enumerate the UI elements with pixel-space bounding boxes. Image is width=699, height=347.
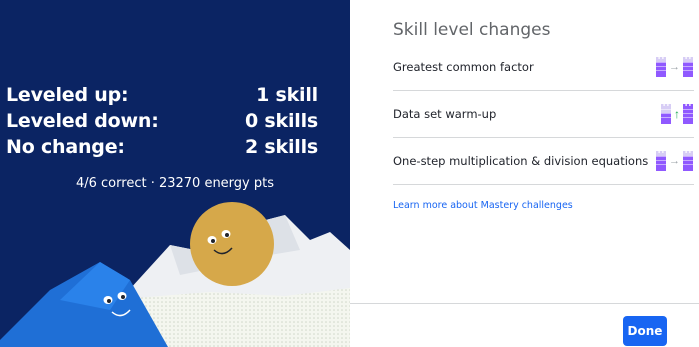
skill-name: Data set warm-up <box>393 107 497 121</box>
mastery-level-icon <box>656 57 666 77</box>
right-arrow-icon: → <box>669 154 680 167</box>
mountain-character-icon <box>0 262 168 347</box>
score-text: 4/6 correct · 23270 energy pts <box>75 176 274 191</box>
leveled-up-value: 1 skill <box>256 84 318 106</box>
level-summary: Leveled up: 1 skill Leveled down: 0 skil… <box>6 82 318 160</box>
skill-name: One-step multiplication & division equat… <box>393 154 649 168</box>
mastery-level-icon <box>683 151 693 171</box>
leveled-up-label: Leveled up: <box>6 84 129 106</box>
leveled-down-row: Leveled down: 0 skills <box>6 108 318 134</box>
mastery-level-icon <box>656 151 666 171</box>
mastery-level-icon <box>683 57 693 77</box>
leveled-up-row: Leveled up: 1 skill <box>6 82 318 108</box>
skill-changes-panel: Skill level changes Greatest common fact… <box>350 0 699 347</box>
skill-name: Greatest common factor <box>393 60 534 74</box>
mountain-illustration <box>0 202 350 347</box>
skill-change-indicator: ↑ <box>661 104 693 124</box>
right-arrow-icon: → <box>669 60 680 73</box>
list-item: Greatest common factor → <box>393 44 694 91</box>
list-item: One-step multiplication & division equat… <box>393 138 694 185</box>
list-item: Data set warm-up ↑ <box>393 91 694 138</box>
no-change-row: No change: 2 skills <box>6 134 318 160</box>
learn-more-link[interactable]: Learn more about Mastery challenges <box>393 200 573 211</box>
footer-divider <box>350 303 699 304</box>
skill-changes-title: Skill level changes <box>393 20 551 40</box>
skill-change-indicator: → <box>656 151 693 171</box>
leveled-down-label: Leveled down: <box>6 110 159 132</box>
no-change-value: 2 skills <box>244 136 318 158</box>
results-panel: Leveled up: 1 skill Leveled down: 0 skil… <box>0 0 350 347</box>
mastery-level-icon <box>683 104 693 124</box>
up-arrow-icon: ↑ <box>674 107 680 121</box>
leveled-down-value: 0 skills <box>244 110 318 132</box>
skill-change-indicator: → <box>656 57 693 77</box>
done-button[interactable]: Done <box>623 316 667 346</box>
sun-character-icon <box>190 202 274 286</box>
no-change-label: No change: <box>6 136 125 158</box>
skill-list: Greatest common factor → Data set warm-u… <box>393 44 694 185</box>
mastery-level-icon <box>661 104 671 124</box>
